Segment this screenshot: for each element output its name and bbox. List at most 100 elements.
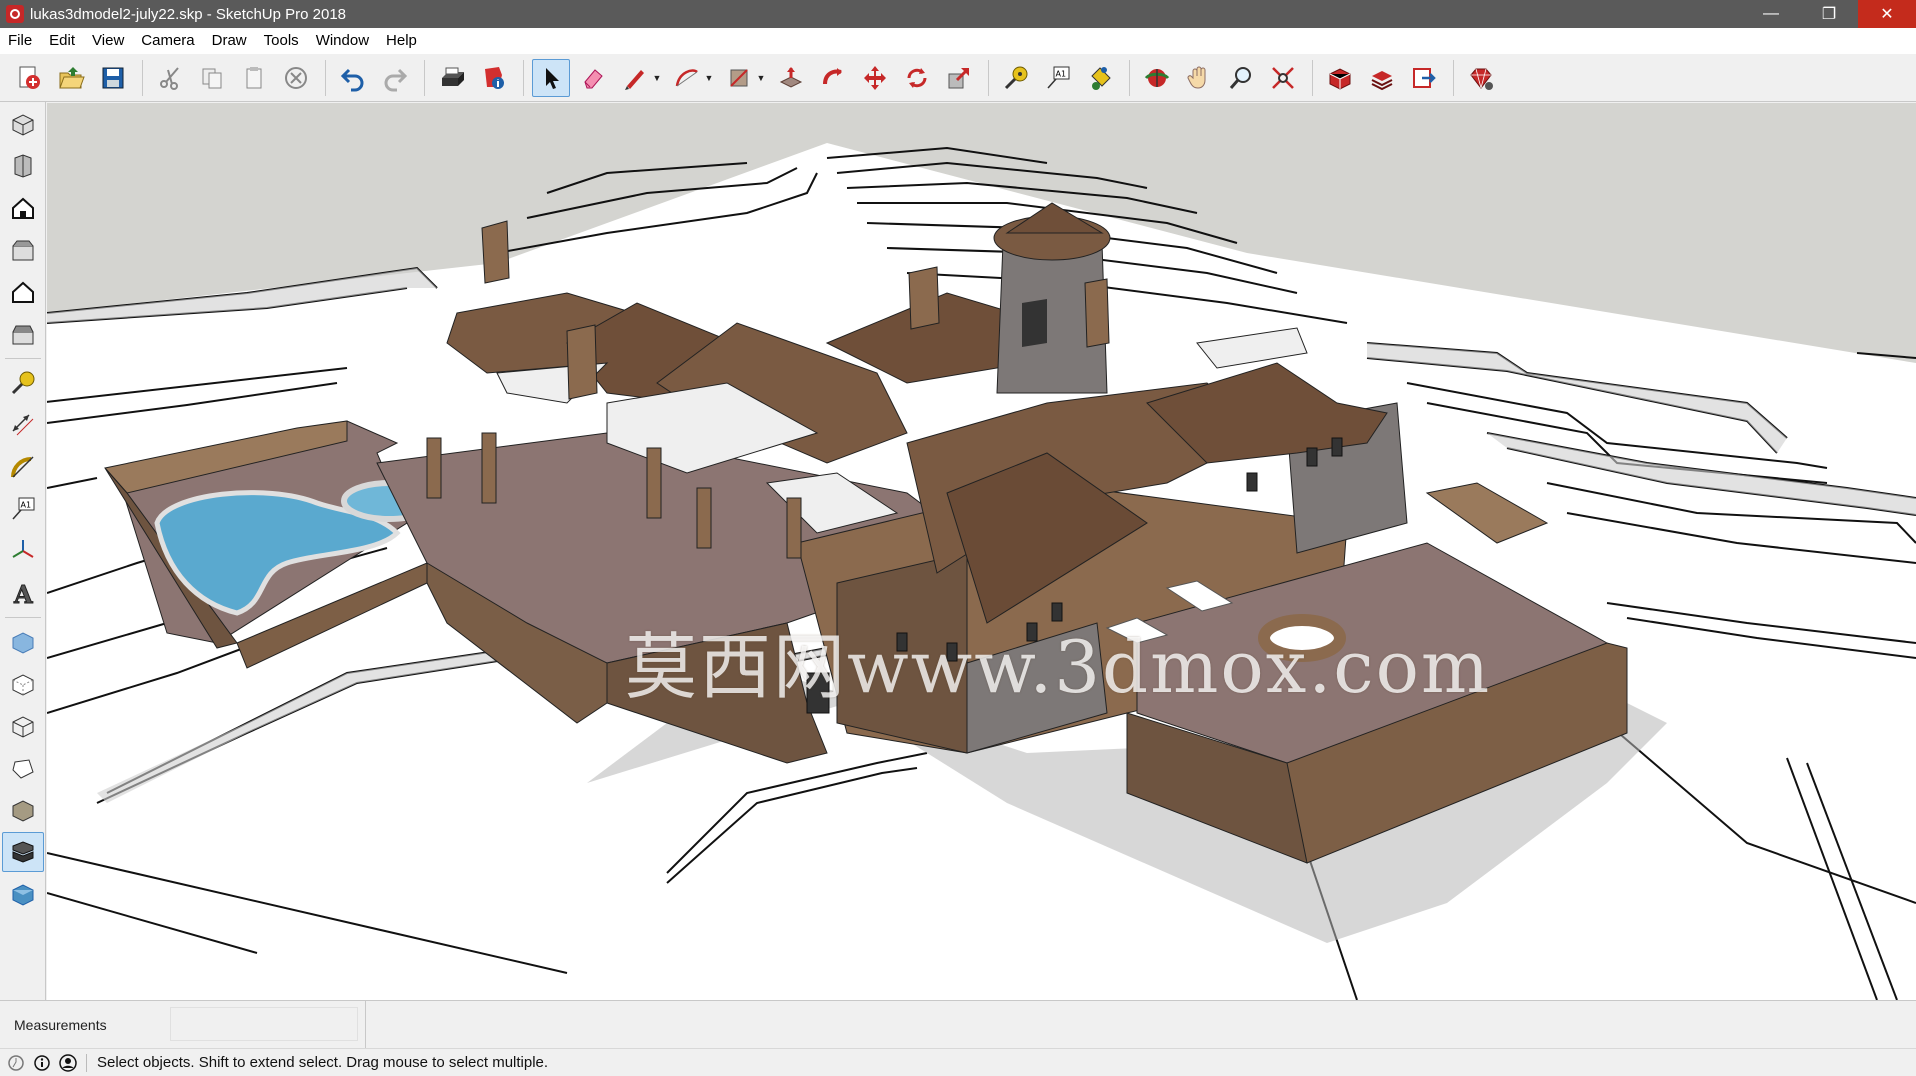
iso-view-button[interactable]	[2, 104, 44, 144]
line-tool-button[interactable]	[616, 59, 654, 97]
sketchup-app-icon[interactable]	[6, 5, 24, 23]
menu-camera[interactable]: Camera	[133, 28, 203, 54]
title-bar: lukas3dmodel2-july22.skp - SketchUp Pro …	[0, 0, 1916, 28]
extension-warehouse-icon	[1371, 70, 1393, 90]
rotate-tool-button[interactable]	[898, 59, 936, 97]
dimension-tool-button[interactable]	[2, 405, 44, 445]
geo-location-icon	[8, 1054, 24, 1071]
hidden-line-style-button[interactable]	[2, 748, 44, 788]
new-button[interactable]	[10, 59, 48, 97]
toolbar-separator	[5, 617, 41, 618]
save-button[interactable]	[94, 59, 132, 97]
paint-bucket-tool-button[interactable]	[1081, 59, 1119, 97]
front-view-button[interactable]	[2, 188, 44, 228]
zoom-extents-tool-button[interactable]	[1264, 59, 1302, 97]
protractor-tool-button[interactable]	[2, 447, 44, 487]
xray-style-button[interactable]	[2, 622, 44, 662]
watermark-text: 莫西网www.3dmox.com	[625, 625, 1492, 709]
left-view-button[interactable]	[2, 314, 44, 354]
text-tool-button[interactable]: A1	[2, 489, 44, 529]
copy-button[interactable]	[193, 59, 231, 97]
monochrome-style-button[interactable]	[2, 874, 44, 914]
undo-button[interactable]	[334, 59, 372, 97]
extension-manager-button[interactable]	[1462, 59, 1500, 97]
geo-location-button[interactable]	[6, 1053, 26, 1073]
redo-button[interactable]	[376, 59, 414, 97]
copy-icon	[202, 68, 222, 88]
right-view-button[interactable]	[2, 230, 44, 270]
back-edges-style-button[interactable]	[2, 664, 44, 704]
user-button[interactable]	[58, 1053, 78, 1073]
pan-tool-button[interactable]	[1180, 59, 1218, 97]
model-viewport[interactable]: 莫西网www.3dmox.com	[47, 103, 1916, 1000]
back-view-button[interactable]	[2, 272, 44, 312]
open-icon	[59, 66, 85, 88]
shaded-style-button[interactable]	[2, 790, 44, 830]
new-icon	[19, 66, 40, 89]
menu-draw[interactable]: Draw	[204, 28, 256, 54]
arc-tool-dropdown[interactable]: ▼	[704, 59, 714, 97]
print-button[interactable]	[433, 59, 471, 97]
arc-tool-button[interactable]	[668, 59, 706, 97]
measurements-input[interactable]	[170, 1007, 358, 1041]
eraser-icon	[584, 68, 603, 88]
menu-window[interactable]: Window	[308, 28, 378, 54]
minimize-button[interactable]: —	[1742, 0, 1800, 28]
eraser-tool-button[interactable]	[574, 59, 612, 97]
extension-manager-icon	[1470, 68, 1493, 90]
shaded-textures-icon	[12, 841, 34, 863]
axes-tool-button[interactable]	[2, 531, 44, 571]
orbit-tool-button[interactable]	[1138, 59, 1176, 97]
rectangle-tool-button[interactable]	[720, 59, 758, 97]
follow-me-tool-button[interactable]	[814, 59, 852, 97]
chimney	[481, 220, 510, 284]
menu-edit[interactable]: Edit	[41, 28, 84, 54]
status-bar: Select objects. Shift to extend select. …	[0, 1048, 1916, 1076]
zoom-tool-button[interactable]	[1222, 59, 1260, 97]
measurements-panel: Measurements	[0, 1000, 366, 1048]
line-icon	[625, 69, 644, 90]
zoom-extents-icon	[1272, 66, 1294, 89]
wireframe-style-button[interactable]	[2, 706, 44, 746]
iso-view-icon	[12, 114, 34, 136]
rectangle-tool-dropdown[interactable]: ▼	[756, 59, 766, 97]
model-info-button[interactable]	[475, 59, 513, 97]
window-controls: — ❐ ✕	[1742, 0, 1916, 28]
send-to-layout-icon	[1413, 67, 1436, 88]
send-to-layout-button[interactable]	[1405, 59, 1443, 97]
scale-tool-button[interactable]	[940, 59, 978, 97]
toolbar-separator	[1129, 59, 1130, 96]
open-button[interactable]	[52, 59, 90, 97]
move-tool-button[interactable]	[856, 59, 894, 97]
credits-button[interactable]	[32, 1053, 52, 1073]
delete-button[interactable]	[277, 59, 315, 97]
close-button[interactable]: ✕	[1858, 0, 1916, 28]
top-view-button[interactable]	[2, 146, 44, 186]
3d-warehouse-button[interactable]	[1321, 59, 1359, 97]
tape-measure-tool-button[interactable]	[2, 363, 44, 403]
wireframe-icon	[12, 716, 34, 738]
hidden-line-icon	[12, 759, 34, 779]
push-pull-tool-button[interactable]	[772, 59, 810, 97]
chimney	[908, 266, 940, 330]
menu-file[interactable]: File	[0, 28, 41, 54]
shaded-icon	[12, 800, 34, 822]
menu-bar: File Edit View Camera Draw Tools Window …	[0, 28, 1916, 54]
redo-icon	[384, 68, 408, 91]
menu-tools[interactable]: Tools	[256, 28, 308, 54]
orbit-icon	[1144, 68, 1170, 87]
shaded-textures-style-button[interactable]	[2, 832, 44, 872]
menu-help[interactable]: Help	[378, 28, 426, 54]
line-tool-dropdown[interactable]: ▼	[652, 59, 662, 97]
restore-button[interactable]: ❐	[1800, 0, 1858, 28]
text-tool-button[interactable]: A1	[1039, 59, 1077, 97]
erase-icon	[285, 66, 307, 89]
push-pull-icon	[779, 66, 803, 88]
menu-view[interactable]: View	[84, 28, 133, 54]
3d-text-tool-button[interactable]: A	[2, 573, 44, 613]
select-tool-button[interactable]	[532, 58, 570, 97]
tape-measure-tool-button[interactable]	[997, 59, 1035, 97]
cut-button[interactable]	[151, 59, 189, 97]
extension-warehouse-button[interactable]	[1363, 59, 1401, 97]
paste-button[interactable]	[235, 59, 273, 97]
